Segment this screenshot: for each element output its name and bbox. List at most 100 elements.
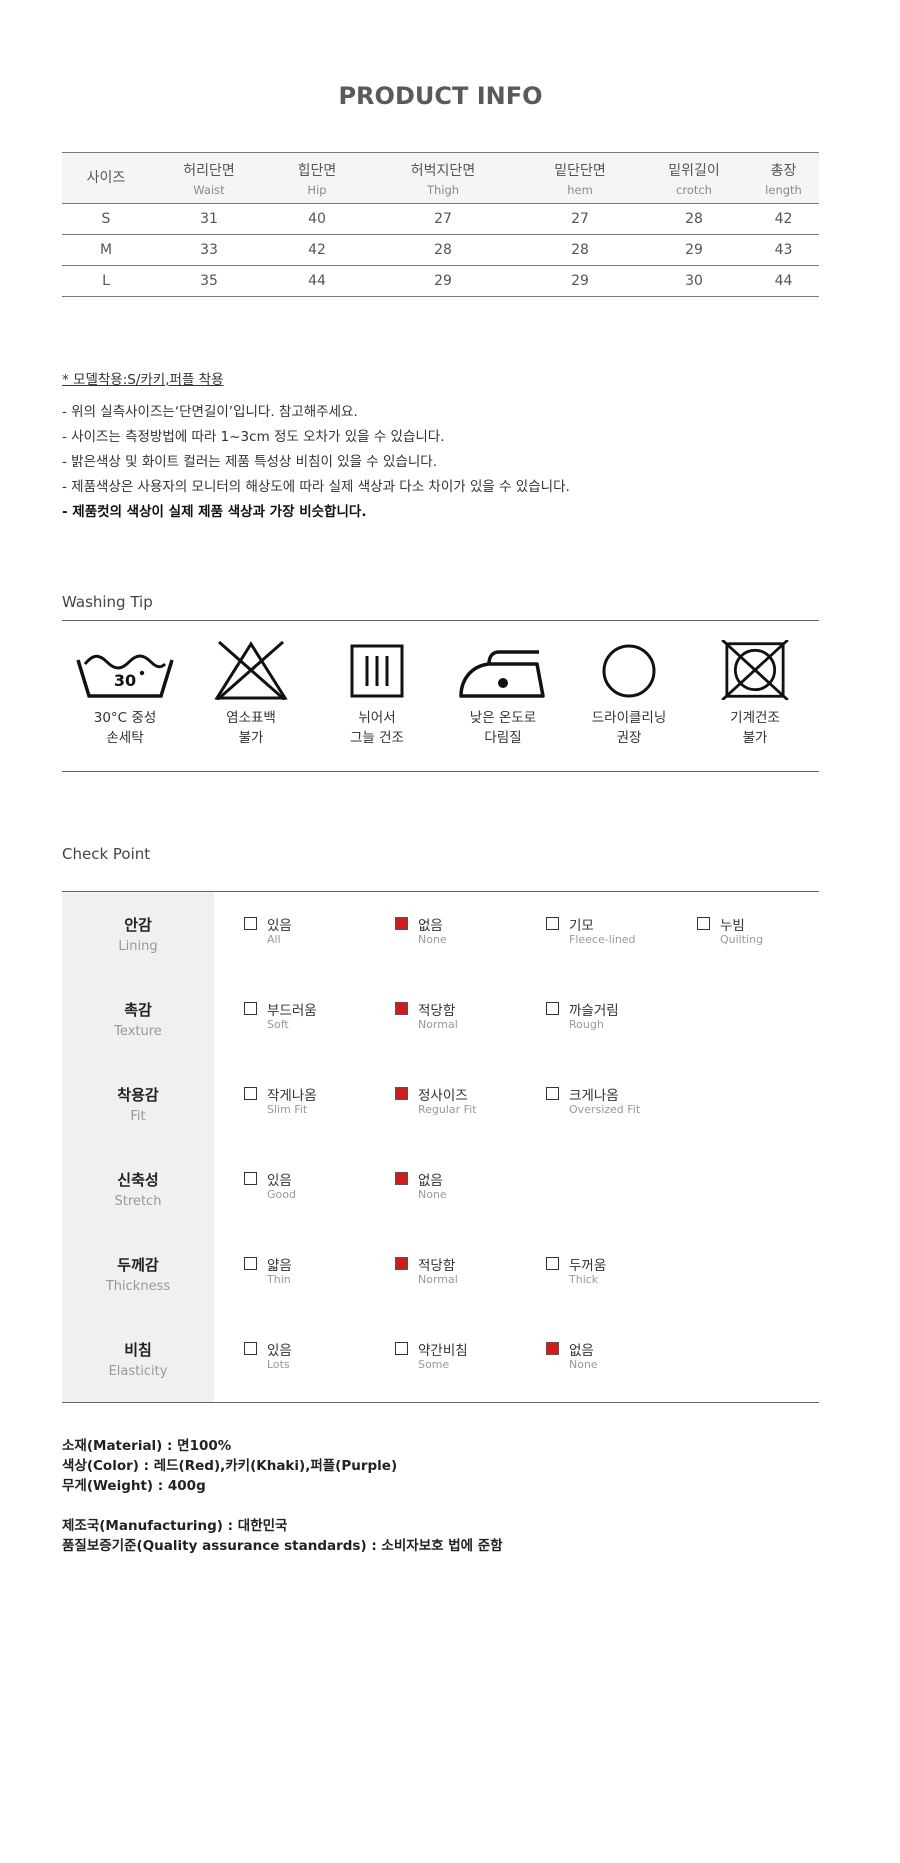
size-notes: * 모델착용:S/카키,퍼플 착용 - 위의 실측사이즈는‘단면길이’입니다. … (62, 368, 842, 525)
table-cell: 44 (748, 265, 819, 297)
checkbox (244, 1087, 257, 1100)
table-cell: 27 (366, 203, 520, 235)
note-line: - 제품색상은 사용자의 모니터의 해상도에 따라 실제 색상과 다소 차이가 … (62, 479, 570, 495)
col-header-ko: 밑위길이 (668, 162, 720, 179)
option-label-en: Fleece-lined (569, 933, 636, 946)
col-header-ko: 허리단면 (183, 162, 235, 179)
col-header-hem: 밑단단면 hem (520, 152, 640, 204)
option-label-ko: 정사이즈 (418, 1088, 468, 1104)
note-line: - 사이즈는 측정방법에 따라 1~3cm 정도 오차가 있을 수 있습니다. (62, 429, 445, 445)
wash-item: 30 30°C 중성 손세탁 (62, 630, 188, 770)
check-row-label-en: Texture (114, 1024, 162, 1039)
col-header-en: Waist (193, 182, 225, 197)
note-line-emphasis: - 제품컷의 색상이 실제 제품 색상과 가장 비슷합니다. (62, 504, 367, 520)
option-label-en: Rough (569, 1018, 604, 1031)
table-row: M 33 42 28 28 29 43 (62, 234, 819, 266)
check-row-label-en: Stretch (114, 1194, 162, 1209)
table-cell: 44 (268, 265, 366, 297)
table-cell: 31 (150, 203, 268, 235)
wash-temperature-label: 30 (114, 671, 136, 690)
option-label-ko: 없음 (569, 1343, 594, 1359)
checkbox-checked (395, 1257, 408, 1270)
option-label-ko: 없음 (418, 1173, 443, 1189)
check-row-label-en: Elasticity (108, 1364, 168, 1379)
checkbox (244, 1002, 257, 1015)
washing-bottom-divider (62, 771, 819, 772)
check-row-lining: 안감 Lining 있음 All 없음 None 기모 Fleece-lined 누빔… (62, 892, 819, 977)
option-label-ko: 적당함 (418, 1003, 456, 1019)
wash-item: 기계건조 불가 (692, 630, 818, 770)
wash-caption-line2: 불가 (238, 730, 264, 746)
checkbox (244, 1172, 257, 1185)
check-row-label-ko: 비침 (124, 1341, 152, 1359)
table-cell: 30 (640, 265, 748, 297)
quality-standard-line: 품질보증기준(Quality assurance standards) : 소비… (62, 1538, 503, 1554)
check-options: 있음 All 없음 None 기모 Fleece-lined 누빔 Quilting (214, 892, 819, 977)
check-row-label-ko: 두께감 (117, 1256, 159, 1274)
col-header-size: 사이즈 (62, 152, 150, 204)
wash-caption: 낮은 온도로 다림질 (440, 708, 566, 748)
checkbox (697, 917, 710, 930)
table-cell: 29 (366, 265, 520, 297)
check-row-label: 안감 Lining (62, 892, 214, 977)
check-row-label: 비침 Elasticity (62, 1317, 214, 1402)
checkbox-checked (395, 1172, 408, 1185)
col-header-ko: 허벅지단면 (410, 162, 476, 179)
checkbox (546, 917, 559, 930)
table-cell: 35 (150, 265, 268, 297)
table-cell: 33 (150, 234, 268, 266)
wash-caption: 기계건조 불가 (692, 708, 818, 748)
manufacturing-line: 제조국(Manufacturing) : 대한민국 (62, 1518, 288, 1534)
checkbox (546, 1002, 559, 1015)
option-label-ko: 부드러움 (267, 1003, 317, 1019)
size-table-header-row: 사이즈 허리단면 Waist 힙단면 Hip 허벅지단면 Thigh 밑단단면 hem … (62, 152, 819, 204)
checkbox (244, 1342, 257, 1355)
wash-caption: 염소표백 불가 (188, 708, 314, 748)
check-row-label-en: Thickness (105, 1279, 171, 1294)
option-label-en: Soft (267, 1018, 289, 1031)
weight-line: 무게(Weight) : 400g (62, 1478, 206, 1494)
check-row-label-ko: 신축성 (117, 1171, 159, 1189)
option-label-en: Slim Fit (267, 1103, 308, 1116)
col-header-ko: 총장 (770, 162, 797, 179)
checkbox-checked (395, 1002, 408, 1015)
note-line: - 밝은색상 및 화이트 컬러는 제품 특성상 비침이 있을 수 있습니다. (62, 454, 437, 470)
dry-clean-icon (602, 644, 656, 698)
col-header-en: Thigh (426, 182, 460, 197)
option-label-ko: 적당함 (418, 1258, 456, 1274)
page-title: PRODUCT INFO (338, 82, 543, 110)
table-cell: 40 (268, 203, 366, 235)
table-cell: L (62, 265, 150, 297)
wash-caption-line2: 그늘 건조 (350, 730, 404, 746)
check-row-label: 촉감 Texture (62, 977, 214, 1062)
option-label-ko: 없음 (418, 918, 443, 934)
checkbox-checked (395, 917, 408, 930)
option-label-en: All (267, 933, 281, 946)
washing-tip-title: Washing Tip (62, 593, 153, 611)
option-label-en: None (418, 933, 447, 946)
option-label-ko: 있음 (267, 918, 292, 934)
option-label-en: Quilting (720, 933, 764, 946)
option-label-en: Normal (418, 1273, 458, 1286)
table-cell: 28 (640, 203, 748, 235)
checkbox (546, 1087, 559, 1100)
wash-caption: 뉘어서 그늘 건조 (314, 708, 440, 748)
washing-icons: 30 30°C 중성 손세탁 염소표백 불가 뉘어서 그늘 건조 낮은 온도로 … (62, 630, 819, 770)
option-label-en: Regular Fit (418, 1103, 477, 1116)
line-dry-shade-icon (350, 644, 404, 698)
wash-item: 드라이클리닝 권장 (566, 630, 692, 770)
option-label-ko: 까슬거림 (569, 1003, 619, 1019)
option-label-en: None (418, 1188, 447, 1201)
check-row-stretch: 신축성 Stretch 있음 Good 없음 None (62, 1147, 819, 1232)
check-options: 부드러움 Soft 적당함 Normal 까슬거림 Rough (214, 977, 819, 1062)
check-row-label: 두께감 Thickness (62, 1232, 214, 1317)
checkbox (244, 1257, 257, 1270)
check-point-title: Check Point (62, 845, 151, 863)
checkbox (546, 1257, 559, 1270)
table-row: S 31 40 27 27 28 42 (62, 203, 819, 235)
option-label-ko: 작게나옴 (267, 1088, 317, 1104)
option-label-en: Some (418, 1358, 450, 1371)
table-cell: 29 (520, 265, 640, 297)
option-label-en: Good (267, 1188, 296, 1201)
